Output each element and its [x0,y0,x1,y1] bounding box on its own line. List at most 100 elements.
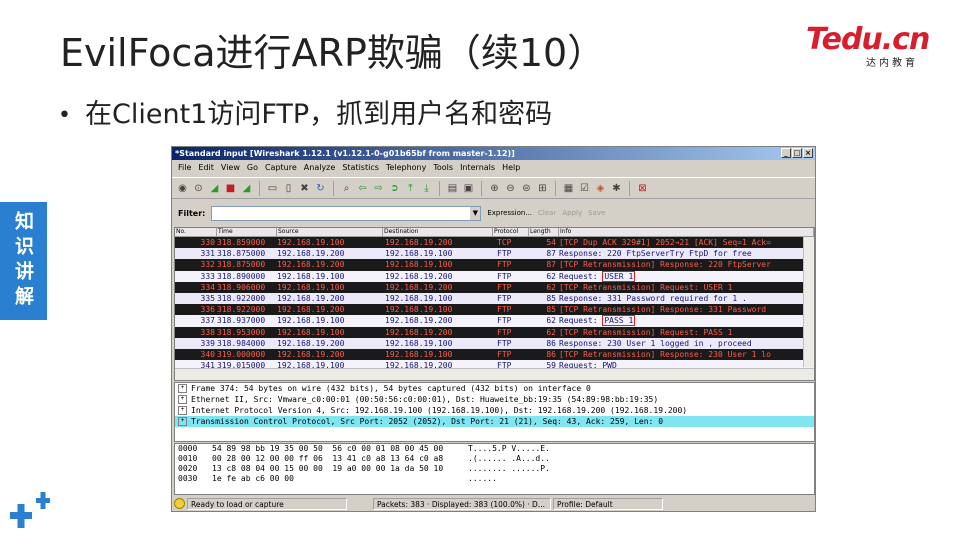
packet-row[interactable]: 339 318.984000 192.168.19.200 192.168.19.10… [175,337,814,349]
packet-destination: 192.168.19.200 [385,327,453,337]
packet-row[interactable]: 334 318.906000 192.168.19.100 192.168.19.20… [175,281,814,293]
close-button[interactable]: × [803,148,813,158]
menu-help[interactable]: Help [502,161,520,174]
bytes-row: 0000 54 89 98 bb 19 35 00 50 56 c0 00 01 … [175,444,814,454]
col-length[interactable]: Length [529,228,559,236]
display-filters-icon[interactable]: ☑ [578,182,591,195]
go-back-icon[interactable]: ⇦ [356,182,369,195]
zoom-normal-icon[interactable]: ⊜ [520,182,533,195]
menu-go[interactable]: Go [247,161,258,174]
packet-row[interactable]: 332 318.875000 192.168.19.200 192.168.19.10… [175,259,814,271]
save-button[interactable]: Save [588,209,605,217]
packet-source: 192.168.19.200 [277,349,345,359]
menu-edit[interactable]: Edit [198,161,214,174]
bytes-offset: 0030 [178,474,198,483]
expand-icon[interactable]: + [178,406,187,415]
packet-row[interactable]: 337 318.937000 192.168.19.100 192.168.19.20… [175,315,814,327]
first-packet-icon[interactable]: ⤒ [404,182,417,195]
bytes-row: 0010 00 28 00 12 00 00 ff 06 13 41 c0 a8 … [175,454,814,464]
go-to-packet-icon[interactable]: ➲ [388,182,401,195]
capture-filters-icon[interactable]: ▦ [562,182,575,195]
packet-row[interactable]: 340 319.000000 192.168.19.200 192.168.19.10… [175,348,814,361]
restart-capture-icon[interactable]: ◢ [240,182,253,195]
last-packet-icon[interactable]: ⤓ [420,182,433,195]
capture-status-icon[interactable] [174,498,185,509]
packet-source: 192.168.19.100 [277,282,345,292]
menu-capture[interactable]: Capture [265,161,297,174]
expression-button[interactable]: Expression... [487,209,532,217]
detail-row-ipv4[interactable]: + Internet Protocol Version 4, Src: 192.1… [175,405,814,416]
filter-dropdown-icon[interactable]: ▼ [470,206,481,220]
packet-row[interactable]: 336 318.922000 192.168.19.200 192.168.19.10… [175,304,814,316]
packet-list-hscrollbar[interactable] [175,368,814,380]
preferences-icon[interactable]: ✱ [610,182,623,195]
open-file-icon[interactable]: ▭ [266,182,279,195]
packet-list[interactable]: No. Time Source Destination Protocol Len… [174,227,815,381]
col-time[interactable]: Time [217,228,277,236]
logo-subtitle: 达内教育 [866,58,918,69]
menu-file[interactable]: File [178,161,191,174]
packet-bytes[interactable]: 0000 54 89 98 bb 19 35 00 50 56 c0 00 01 … [174,443,815,495]
packet-row[interactable]: 338 318.953000 192.168.19.100 192.168.19.20… [175,326,814,338]
menu-view[interactable]: View [221,161,240,174]
detail-row-ethernet[interactable]: + Ethernet II, Src: Vmware_c0:00:01 (00:5… [175,394,814,405]
help-icon[interactable]: ⊠ [636,182,649,195]
packet-row[interactable]: 335 318.922000 192.168.19.200 192.168.19.10… [175,292,814,305]
menu-analyze[interactable]: Analyze [304,161,336,174]
packet-time: 319.000000 [217,349,266,359]
packet-time: 318.859000 [217,238,266,247]
filter-input[interactable]: ▼ [211,205,482,221]
status-profile[interactable]: Profile: Default [553,497,663,510]
col-destination[interactable]: Destination [383,228,493,236]
packet-row[interactable]: 331 318.875000 192.168.19.200 192.168.19.10… [175,248,814,260]
window-titlebar[interactable]: *Standard input [Wireshark 1.12.1 (v1.12… [172,147,815,160]
auto-scroll-icon[interactable]: ▣ [462,182,475,195]
expand-icon[interactable]: + [178,395,187,404]
col-no[interactable]: No. [175,228,217,236]
start-capture-icon[interactable]: ◢ [208,182,221,195]
clear-button[interactable]: Clear [538,209,556,217]
resize-columns-icon[interactable]: ⊞ [536,182,549,195]
packet-row[interactable]: 330 318.859000 192.168.19.100 192.168.19.20… [175,237,814,249]
zoom-in-icon[interactable]: ⊕ [488,182,501,195]
packet-details[interactable]: + Frame 374: 54 bytes on wire (432 bits),… [174,382,815,442]
detail-row-tcp[interactable]: + Transmission Control Protocol, Src Port… [175,416,814,427]
packet-list-vscrollbar[interactable] [803,237,814,367]
coloring-rules-icon[interactable]: ◈ [594,182,607,195]
zoom-out-icon[interactable]: ⊖ [504,182,517,195]
detail-row-frame[interactable]: + Frame 374: 54 bytes on wire (432 bits),… [175,383,814,394]
menu-tools[interactable]: Tools [433,161,453,174]
interfaces-icon[interactable]: ◉ [176,182,189,195]
packet-source: 192.168.19.200 [277,293,345,303]
minimize-button[interactable]: _ [781,148,791,158]
apply-button[interactable]: Apply [562,209,582,217]
packet-time: 318.953000 [217,327,266,337]
packet-no: 332 [200,260,215,270]
options-icon[interactable]: ⊙ [192,182,205,195]
packet-no: 340 [200,349,215,359]
col-protocol[interactable]: Protocol [493,228,529,236]
expand-icon[interactable]: + [178,417,187,426]
go-forward-icon[interactable]: ⇨ [372,182,385,195]
maximize-button[interactable]: □ [792,148,802,158]
stop-capture-icon[interactable]: ■ [224,182,237,195]
expand-icon[interactable]: + [178,384,187,393]
menu-internals[interactable]: Internals [460,161,495,174]
reload-icon[interactable]: ↻ [314,182,327,195]
colorize-icon[interactable]: ▤ [446,182,459,195]
packet-info: [TCP Retransmission] Response: 331 Passw… [559,305,767,315]
find-packet-icon[interactable]: ⌕ [340,182,353,195]
save-file-icon[interactable]: ▯ [282,182,295,195]
packet-protocol: FTP [497,293,512,303]
filter-label: Filter: [178,208,206,218]
packet-length: 62 [546,316,556,326]
menu-telephony[interactable]: Telephony [386,161,426,174]
close-file-icon[interactable]: ✖ [298,182,311,195]
menu-statistics[interactable]: Statistics [342,161,379,174]
col-info[interactable]: Info [559,228,814,236]
packet-destination: 192.168.19.100 [385,349,453,359]
packet-protocol: FTP [497,316,512,326]
packet-protocol: FTP [497,260,512,270]
col-source[interactable]: Source [277,228,383,236]
packet-row[interactable]: 333 318.890000 192.168.19.100 192.168.19.20… [175,270,814,282]
